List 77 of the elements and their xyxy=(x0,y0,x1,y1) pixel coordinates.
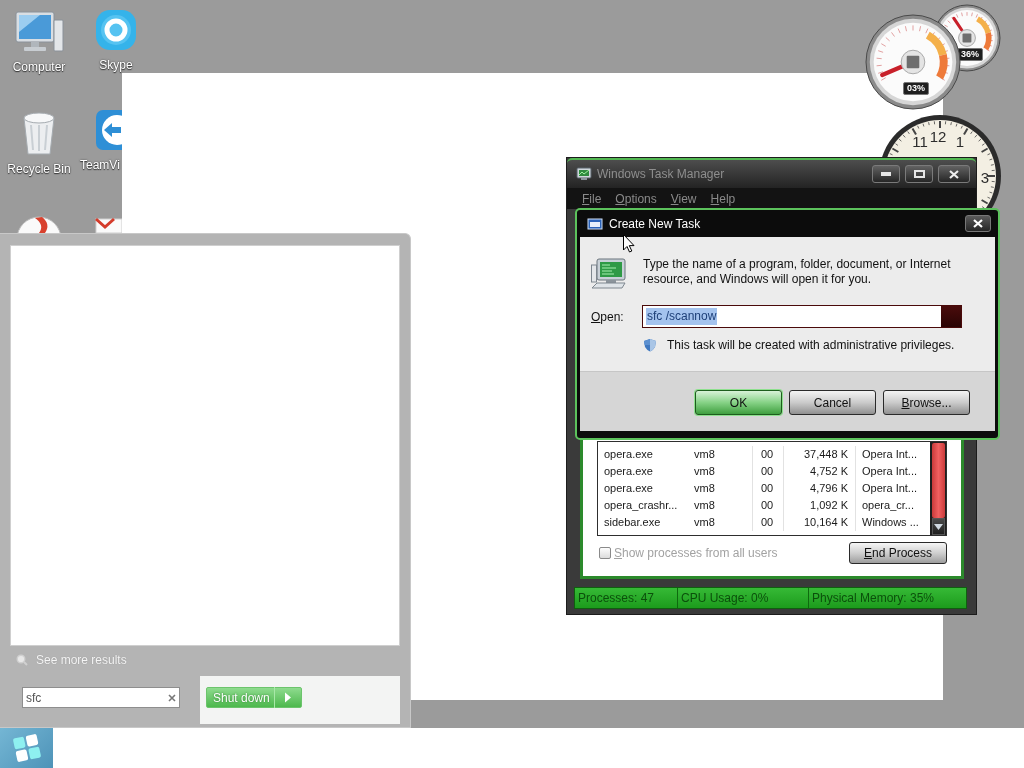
envelope-icon[interactable] xyxy=(95,215,122,233)
clock-numeral: 12 xyxy=(929,129,947,145)
status-field: Physical Memory: 35% xyxy=(809,588,966,608)
status-field: CPU Usage: 0% xyxy=(678,588,809,608)
table-cell: 10,164 K xyxy=(783,514,855,531)
arrow-tile-icon[interactable] xyxy=(95,108,122,152)
clock-numeral: 1 xyxy=(955,134,965,150)
close-icon xyxy=(973,219,983,228)
command-field[interactable]: sfc /scannow xyxy=(643,307,941,326)
monitor-icon xyxy=(576,167,592,181)
table-cell-text: opera.exe xyxy=(603,481,654,496)
down-arrow-icon xyxy=(934,523,943,530)
gauge-scale-band xyxy=(976,16,992,51)
close-button[interactable] xyxy=(938,165,970,183)
dialog-button[interactable]: OK xyxy=(695,390,782,415)
shield-icon xyxy=(643,338,657,352)
gauge-needle xyxy=(952,16,964,33)
monitor-icon[interactable] xyxy=(14,10,64,54)
gauge-reading: 03% xyxy=(903,82,929,95)
chip-icon xyxy=(958,29,976,47)
maximize-button[interactable] xyxy=(905,165,933,183)
table-cell: 00 xyxy=(752,480,783,497)
table-cell-text: vm8 xyxy=(693,498,716,513)
minimize-icon xyxy=(881,172,891,176)
admin-note: This task will be created with administrative privileges. xyxy=(667,337,955,354)
mouse-pointer-icon xyxy=(623,234,635,253)
table-cell: 00 xyxy=(752,446,783,463)
scrollbar-track[interactable] xyxy=(930,442,946,535)
table-cell-text: sidebar.exe xyxy=(603,515,662,530)
clock-numeral: 3 xyxy=(980,170,990,186)
minimize-button[interactable] xyxy=(872,165,900,183)
table-cell: 00 xyxy=(752,463,783,480)
clock-numeral: 11 xyxy=(912,134,928,150)
table-cell-text: vm8 xyxy=(693,515,716,530)
instruction-text: Type the name of a program, folder, document, or Internet resource, and Windows will open it for you. xyxy=(643,257,952,288)
search-icon xyxy=(16,654,28,666)
clear-icon[interactable] xyxy=(168,694,176,702)
maximize-icon xyxy=(913,170,925,178)
scroll-down-button[interactable] xyxy=(932,518,945,535)
table-cell: 4,752 K xyxy=(783,463,855,480)
start-button[interactable] xyxy=(0,728,53,768)
end-process-button[interactable]: End Process xyxy=(849,542,947,564)
search-field[interactable]: sfc xyxy=(22,687,180,708)
ring-tile-icon[interactable] xyxy=(94,8,138,52)
table-cell: 1,092 K xyxy=(783,497,855,514)
menu-item[interactable]: View xyxy=(670,189,697,208)
dialog-button[interactable]: Cancel xyxy=(789,390,876,415)
close-button[interactable] xyxy=(965,215,991,232)
dialog-title: Create New Task xyxy=(609,215,701,233)
table-cell: 37,448 K xyxy=(783,446,855,463)
window-icon xyxy=(587,217,603,230)
table-cell-text: opera_crashr... xyxy=(603,498,679,513)
checkbox[interactable] xyxy=(599,547,611,559)
close-icon xyxy=(949,169,959,179)
table-cell-text: vm8 xyxy=(693,447,716,462)
dialog-button[interactable]: Browse... xyxy=(883,390,970,415)
computer-icon xyxy=(591,257,627,289)
menu-item[interactable]: File xyxy=(582,189,602,208)
table-cell-text: opera.exe xyxy=(603,447,654,462)
trash-bin-icon[interactable] xyxy=(20,110,58,156)
chip-icon xyxy=(900,49,926,75)
table-cell-text: vm8 xyxy=(693,464,716,479)
table-cell-text: vm8 xyxy=(693,481,716,496)
table-cell: 00 xyxy=(752,497,783,514)
tiles-icon xyxy=(11,733,42,763)
status-field: Processes: 47 xyxy=(575,588,678,608)
gauge-needle xyxy=(880,64,905,78)
menu-item[interactable]: Options xyxy=(615,189,657,208)
selected-text: sfc /scannow xyxy=(646,308,718,325)
open-label: Open: xyxy=(591,308,625,326)
scrollbar-thumb[interactable] xyxy=(932,443,945,518)
window-title: Windows Task Manager xyxy=(597,166,726,183)
menu-item[interactable]: Help xyxy=(710,189,736,208)
gauge-scale-band xyxy=(925,31,948,80)
table-cell: 4,796 K xyxy=(783,480,855,497)
table-cell: 00 xyxy=(752,514,783,531)
table-cell-text: opera.exe xyxy=(603,464,654,479)
